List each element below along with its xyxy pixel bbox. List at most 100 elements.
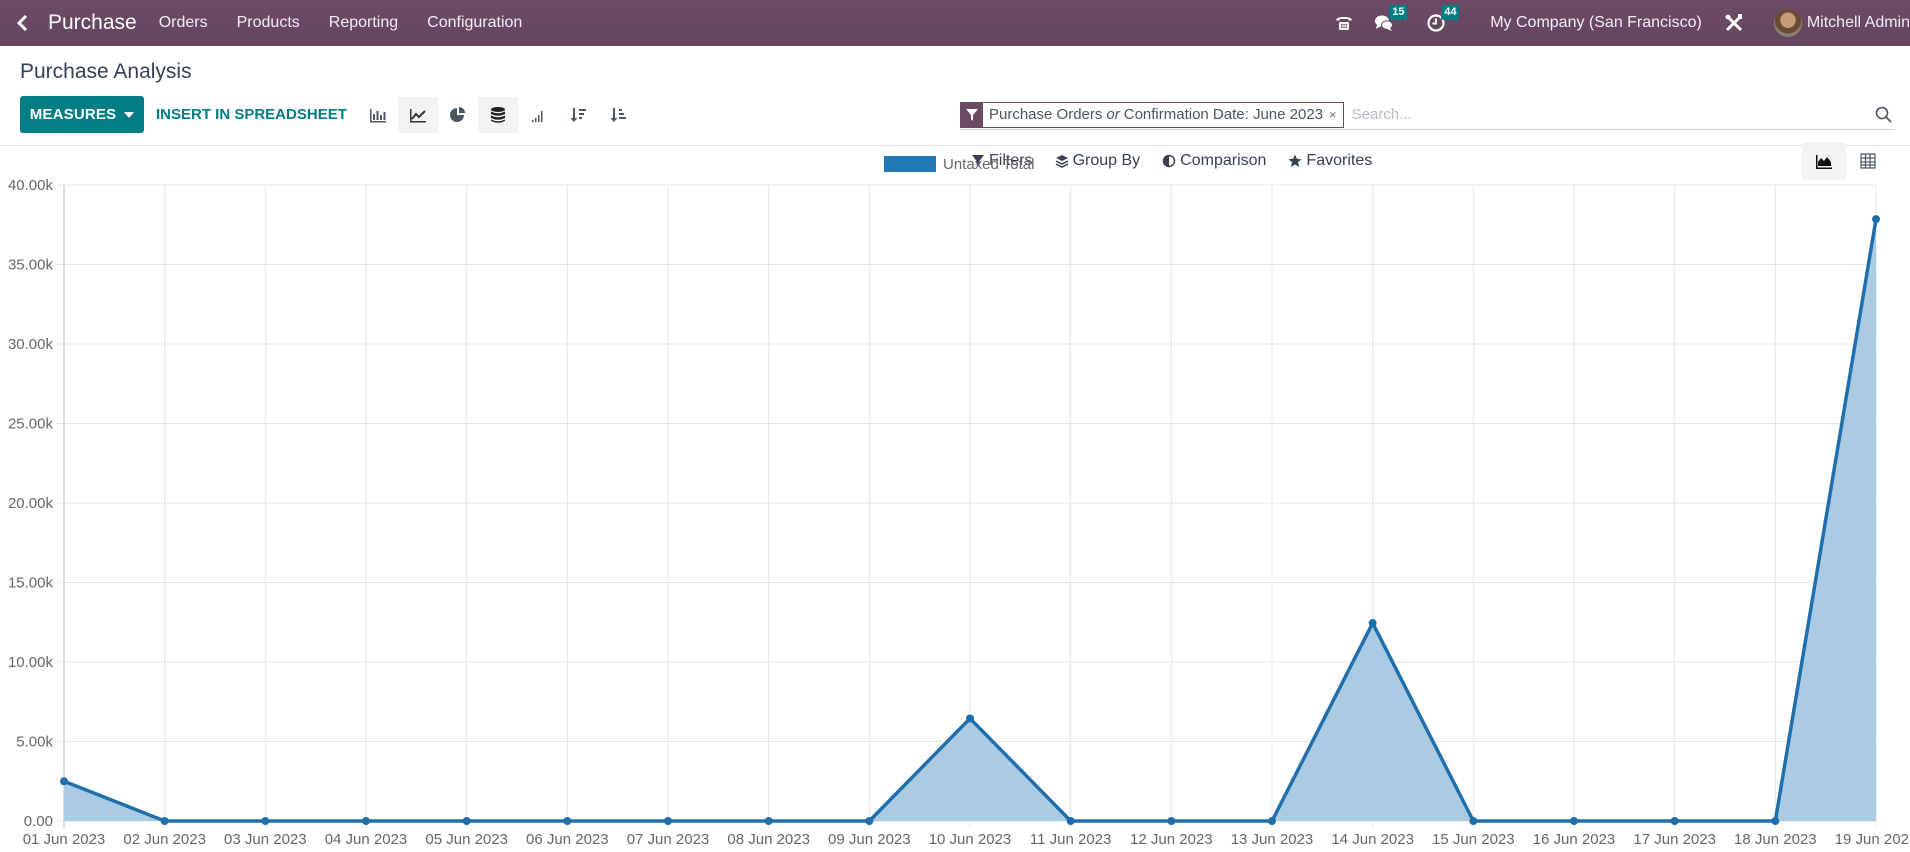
back-button[interactable] xyxy=(10,0,34,46)
data-point[interactable] xyxy=(966,714,974,723)
x-tick-label: 11 Jun 2023 xyxy=(1030,831,1111,848)
data-point[interactable] xyxy=(1368,619,1377,628)
data-point[interactable] xyxy=(764,817,773,825)
facet-value-1: Purchase Orders xyxy=(989,106,1103,123)
x-tick-label: 10 Jun 2023 xyxy=(929,831,1012,848)
x-tick-label: 04 Jun 2023 xyxy=(325,831,408,848)
x-tick-label: 12 Jun 2023 xyxy=(1130,831,1213,848)
bar-chart-icon xyxy=(370,109,386,123)
measures-button[interactable]: MEASURES xyxy=(20,96,144,133)
graph-chart: Untaxed Total 0.00 5.00k 10.00k 15.00k 20.00… xyxy=(0,147,1910,852)
x-tick-label: 02 Jun 2023 xyxy=(123,831,206,848)
sort-descending-icon xyxy=(570,108,586,122)
messages-badge: 15 xyxy=(1389,5,1408,20)
data-point[interactable] xyxy=(261,817,270,825)
y-tick-label: 20.00k xyxy=(8,495,54,512)
database-stack-icon xyxy=(491,107,505,123)
facet-remove-button[interactable]: × xyxy=(1329,103,1343,127)
data-point[interactable] xyxy=(1167,817,1176,825)
top-navbar: Purchase Orders Products Reporting Confi… xyxy=(0,0,1910,46)
y-axis: 0.00 5.00k 10.00k 15.00k 20.00k 25.00k 30.00k 3… xyxy=(8,177,54,830)
x-tick-label: 09 Jun 2023 xyxy=(828,831,911,848)
x-tick-label: 08 Jun 2023 xyxy=(727,831,810,848)
x-tick-label: 15 Jun 2023 xyxy=(1432,831,1515,848)
sort-ascending-icon xyxy=(610,108,626,122)
legend-swatch-untaxed-total xyxy=(884,156,936,172)
facet-separator: or xyxy=(1106,106,1120,123)
data-point[interactable] xyxy=(1872,215,1880,224)
company-switcher[interactable]: My Company (San Francisco) xyxy=(1490,14,1702,32)
y-tick-label: 0.00 xyxy=(24,813,53,830)
legend-label-untaxed-total: Untaxed Total xyxy=(943,156,1034,173)
filter-facet-text: Purchase Orders or Confirmation Date: Ju… xyxy=(983,103,1329,127)
messages-button[interactable]: 15 xyxy=(1374,5,1408,33)
x-axis: 01 Jun 2023 02 Jun 2023 03 Jun 2023 04 Jun … xyxy=(23,831,1910,848)
search-bar: Purchase Orders or Confirmation Date: Ju… xyxy=(960,100,1894,130)
data-point[interactable] xyxy=(563,817,572,825)
menu-reporting[interactable]: Reporting xyxy=(329,14,398,32)
search-input[interactable] xyxy=(1351,106,1872,123)
measures-label: MEASURES xyxy=(29,106,117,123)
data-point[interactable] xyxy=(60,777,68,786)
menu-products[interactable]: Products xyxy=(237,14,300,32)
activities-button[interactable]: 44 xyxy=(1426,5,1460,33)
signal-bars-icon xyxy=(532,111,543,122)
stacked-button[interactable] xyxy=(478,97,518,133)
filter-facet: Purchase Orders or Confirmation Date: Ju… xyxy=(960,101,1344,128)
x-tick-label: 06 Jun 2023 xyxy=(526,831,609,848)
bar-chart-button[interactable] xyxy=(358,97,398,133)
data-point[interactable] xyxy=(1066,817,1075,825)
x-tick-label: 07 Jun 2023 xyxy=(627,831,710,848)
data-point[interactable] xyxy=(462,817,471,825)
chart-type-toolbar xyxy=(358,97,638,133)
facet-value-2: Confirmation Date: June 2023 xyxy=(1123,106,1324,123)
page-title: Purchase Analysis xyxy=(20,60,192,83)
tools-icon xyxy=(1725,14,1742,32)
data-point[interactable] xyxy=(865,817,874,825)
menu-orders[interactable]: Orders xyxy=(159,14,208,32)
x-tick-label: 13 Jun 2023 xyxy=(1231,831,1314,848)
insert-in-spreadsheet-button[interactable]: INSERT IN SPREADSHEET xyxy=(156,96,347,133)
debug-tools-button[interactable] xyxy=(1724,13,1744,33)
back-chevron-icon xyxy=(16,14,28,32)
y-tick-label: 15.00k xyxy=(8,575,54,592)
data-point[interactable] xyxy=(1670,817,1679,825)
filter-icon xyxy=(966,108,978,121)
x-tick-label: 01 Jun 2023 xyxy=(23,831,106,848)
line-chart-button[interactable] xyxy=(398,97,438,133)
data-point[interactable] xyxy=(664,817,672,825)
sort-descending-button[interactable] xyxy=(558,97,598,133)
x-tick-label: 18 Jun 2023 xyxy=(1734,831,1817,848)
area-chart-svg: Untaxed Total 0.00 5.00k 10.00k 15.00k 20.00… xyxy=(8,156,1910,848)
control-panel: Purchase Analysis MEASURES INSERT IN SPR… xyxy=(0,46,1910,180)
cumulative-button[interactable] xyxy=(518,97,558,133)
x-tick-label: 16 Jun 2023 xyxy=(1533,831,1616,848)
pie-chart-icon xyxy=(450,107,465,122)
pie-chart-button[interactable] xyxy=(438,97,478,133)
menu-configuration[interactable]: Configuration xyxy=(427,14,522,32)
y-tick-label: 10.00k xyxy=(8,654,54,671)
search-button[interactable] xyxy=(1872,104,1894,126)
data-point[interactable] xyxy=(1268,817,1276,825)
filter-facet-icon-box xyxy=(961,102,983,127)
data-point[interactable] xyxy=(1469,817,1478,825)
y-tick-label: 40.00k xyxy=(8,177,54,194)
data-point[interactable] xyxy=(1771,817,1780,825)
y-tick-label: 35.00k xyxy=(8,257,54,274)
x-tick-label: 17 Jun 2023 xyxy=(1633,831,1716,848)
phone-button[interactable] xyxy=(1334,13,1354,33)
sort-ascending-button[interactable] xyxy=(598,97,638,133)
chart-legend[interactable]: Untaxed Total xyxy=(884,156,1034,173)
x-tick-label: 05 Jun 2023 xyxy=(425,831,508,848)
app-name[interactable]: Purchase xyxy=(48,11,137,35)
caret-down-icon xyxy=(124,111,135,118)
data-point[interactable] xyxy=(160,817,169,825)
data-point[interactable] xyxy=(362,817,370,825)
data-point[interactable] xyxy=(1570,817,1578,825)
y-tick-label: 5.00k xyxy=(16,734,53,751)
user-avatar[interactable] xyxy=(1773,9,1802,37)
y-tick-label: 25.00k xyxy=(8,416,54,433)
user-menu[interactable]: Mitchell Admin xyxy=(1807,14,1910,32)
activities-badge: 44 xyxy=(1441,5,1460,20)
line-chart-icon xyxy=(410,109,426,123)
